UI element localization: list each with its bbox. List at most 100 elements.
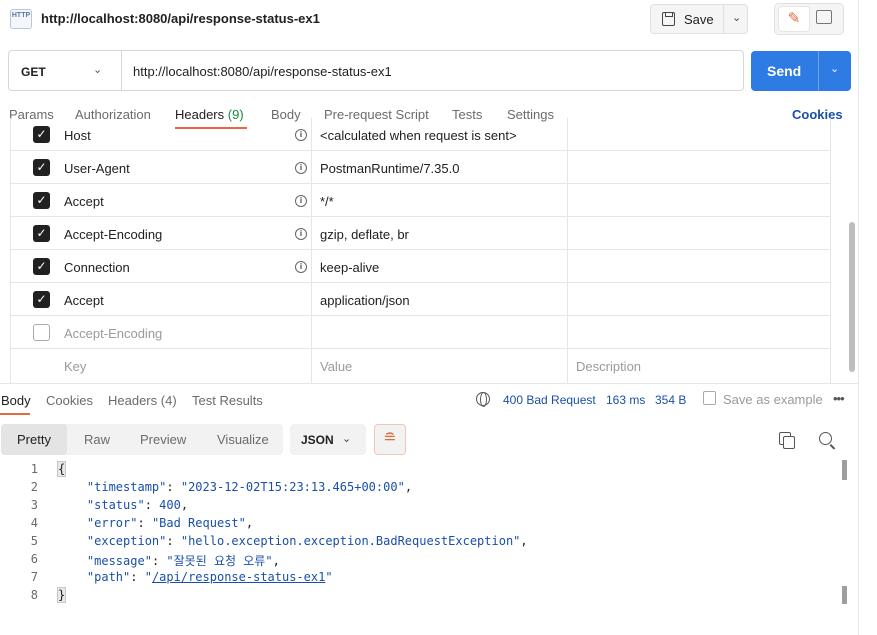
mode-toggle: ✎ <box>774 3 844 35</box>
close-brace: } <box>56 587 67 603</box>
headers-table: ✓ Host i <calculated when request is sen… <box>10 118 831 383</box>
info-icon[interactable]: i <box>295 261 307 273</box>
table-row-new: Key Value Description <box>11 349 830 382</box>
table-row: ✓ Accept-Encoding i gzip, deflate, br <box>11 217 830 250</box>
view-pretty[interactable]: Pretty <box>1 424 67 455</box>
info-icon[interactable]: i <box>295 129 307 141</box>
header-value[interactable]: application/json <box>320 293 410 308</box>
value-placeholder[interactable]: Value <box>320 359 352 374</box>
json-line: "path": "/api/response-status-ex1" <box>86 570 333 584</box>
response-body[interactable]: 1 2 3 4 5 6 7 8 { "timestamp": "2023-12-… <box>0 460 845 635</box>
header-value[interactable]: keep-alive <box>320 260 379 275</box>
pane-divider[interactable] <box>0 383 858 384</box>
save-example-icon <box>703 391 716 405</box>
json-line: "status": 400, <box>86 498 189 512</box>
save-options-chevron-icon[interactable]: ⌄ <box>732 11 741 24</box>
json-line: "exception": "hello.exception.exception.… <box>86 534 528 548</box>
table-row: ✓ Accept application/json <box>11 283 830 316</box>
table-row: ✓ Host i <calculated when request is sen… <box>11 118 830 151</box>
scrollbar[interactable] <box>849 222 855 372</box>
save-as-example-button[interactable]: Save as example <box>723 392 823 407</box>
scrollbar[interactable] <box>842 460 847 480</box>
row-checkbox[interactable]: ✓ <box>33 291 50 308</box>
response-tab-cookies[interactable]: Cookies <box>46 393 93 408</box>
table-row: Accept-Encoding <box>11 316 830 349</box>
right-panel-divider <box>858 0 859 635</box>
view-visualize[interactable]: Visualize <box>217 424 269 455</box>
line-number: 6 <box>30 552 38 566</box>
line-number: 3 <box>30 498 38 512</box>
http-request-icon: HTTP <box>10 9 32 29</box>
more-options-icon[interactable]: ••• <box>833 391 845 406</box>
row-checkbox[interactable]: ✓ <box>33 225 50 242</box>
table-row: ✓ Accept i */* <box>11 184 830 217</box>
view-preview[interactable]: Preview <box>140 424 186 455</box>
header-key[interactable]: Accept <box>64 293 104 308</box>
header-key[interactable]: User-Agent <box>64 161 130 176</box>
info-icon[interactable]: i <box>295 162 307 174</box>
wrap-lines-icon[interactable]: ≘ <box>374 424 406 455</box>
header-key[interactable]: Accept <box>64 194 104 209</box>
send-button[interactable]: Send ⌄ <box>751 51 851 91</box>
line-number: 4 <box>30 516 38 530</box>
response-tab-test-results[interactable]: Test Results <box>192 393 263 408</box>
chevron-down-icon[interactable]: ⌄ <box>93 63 102 76</box>
header-value[interactable]: */* <box>320 194 334 209</box>
comment-icon[interactable] <box>816 10 832 24</box>
response-tab-body[interactable]: Body <box>1 393 31 408</box>
method-select[interactable]: GET <box>21 65 46 79</box>
view-mode-segmented-control: Pretty Raw Preview Visualize <box>1 424 283 455</box>
line-number: 1 <box>30 462 38 476</box>
json-line: "error": "Bad Request", <box>86 516 254 530</box>
search-icon[interactable] <box>819 432 832 445</box>
header-value[interactable]: PostmanRuntime/7.35.0 <box>320 161 459 176</box>
format-label: JSON <box>301 433 334 447</box>
save-button[interactable]: Save ⌄ <box>650 4 748 34</box>
header-value[interactable]: <calculated when request is sent> <box>320 128 517 143</box>
edit-pencil-icon[interactable]: ✎ <box>778 6 810 32</box>
json-line: "message": "잘못된 요청 오류", <box>86 554 280 568</box>
save-label: Save <box>684 12 714 27</box>
row-checkbox[interactable] <box>33 324 50 341</box>
table-row: ✓ User-Agent i PostmanRuntime/7.35.0 <box>11 151 830 184</box>
format-select[interactable]: JSON ⌄ <box>290 424 366 455</box>
row-checkbox[interactable]: ✓ <box>33 192 50 209</box>
header-key[interactable]: Connection <box>64 260 130 275</box>
save-icon <box>662 12 675 26</box>
status-badge[interactable]: 400 Bad Request <box>503 393 596 407</box>
table-row: ✓ Connection i keep-alive <box>11 250 830 283</box>
view-raw[interactable]: Raw <box>84 424 110 455</box>
request-title[interactable]: http://localhost:8080/api/response-statu… <box>41 11 320 26</box>
response-headers-count: (4) <box>160 393 177 408</box>
header-key[interactable]: Accept-Encoding <box>64 326 162 341</box>
header-key[interactable]: Host <box>64 128 91 143</box>
info-icon[interactable]: i <box>295 195 307 207</box>
row-checkbox[interactable]: ✓ <box>33 126 50 143</box>
scrollbar[interactable] <box>842 586 847 604</box>
info-icon[interactable]: i <box>295 228 307 240</box>
response-size[interactable]: 354 B <box>655 393 686 407</box>
open-brace: { <box>56 461 67 477</box>
send-label: Send <box>767 63 802 79</box>
path-link[interactable]: /api/response-status-ex1 <box>152 570 325 584</box>
key-placeholder[interactable]: Key <box>64 359 86 374</box>
line-number: 8 <box>30 588 38 602</box>
row-checkbox[interactable]: ✓ <box>33 159 50 176</box>
response-tab-headers-label: Headers <box>108 393 158 408</box>
line-number: 7 <box>30 570 38 584</box>
url-input[interactable]: http://localhost:8080/api/response-statu… <box>133 64 392 79</box>
json-line: "timestamp": "2023-12-02T15:23:13.465+00… <box>86 480 413 494</box>
header-value[interactable]: gzip, deflate, br <box>320 227 409 242</box>
active-tab-indicator <box>0 413 30 415</box>
chevron-down-icon: ⌄ <box>342 433 352 445</box>
copy-icon[interactable] <box>779 432 795 449</box>
row-checkbox[interactable]: ✓ <box>33 258 50 275</box>
response-tab-headers[interactable]: Headers (4) <box>108 393 177 408</box>
send-options-chevron-icon[interactable]: ⌄ <box>830 62 839 75</box>
line-number: 5 <box>30 534 38 548</box>
globe-icon[interactable] <box>476 392 490 407</box>
url-bar: GET ⌄ http://localhost:8080/api/response… <box>8 50 744 91</box>
response-time[interactable]: 163 ms <box>606 393 645 407</box>
description-placeholder[interactable]: Description <box>576 359 641 374</box>
header-key[interactable]: Accept-Encoding <box>64 227 162 242</box>
